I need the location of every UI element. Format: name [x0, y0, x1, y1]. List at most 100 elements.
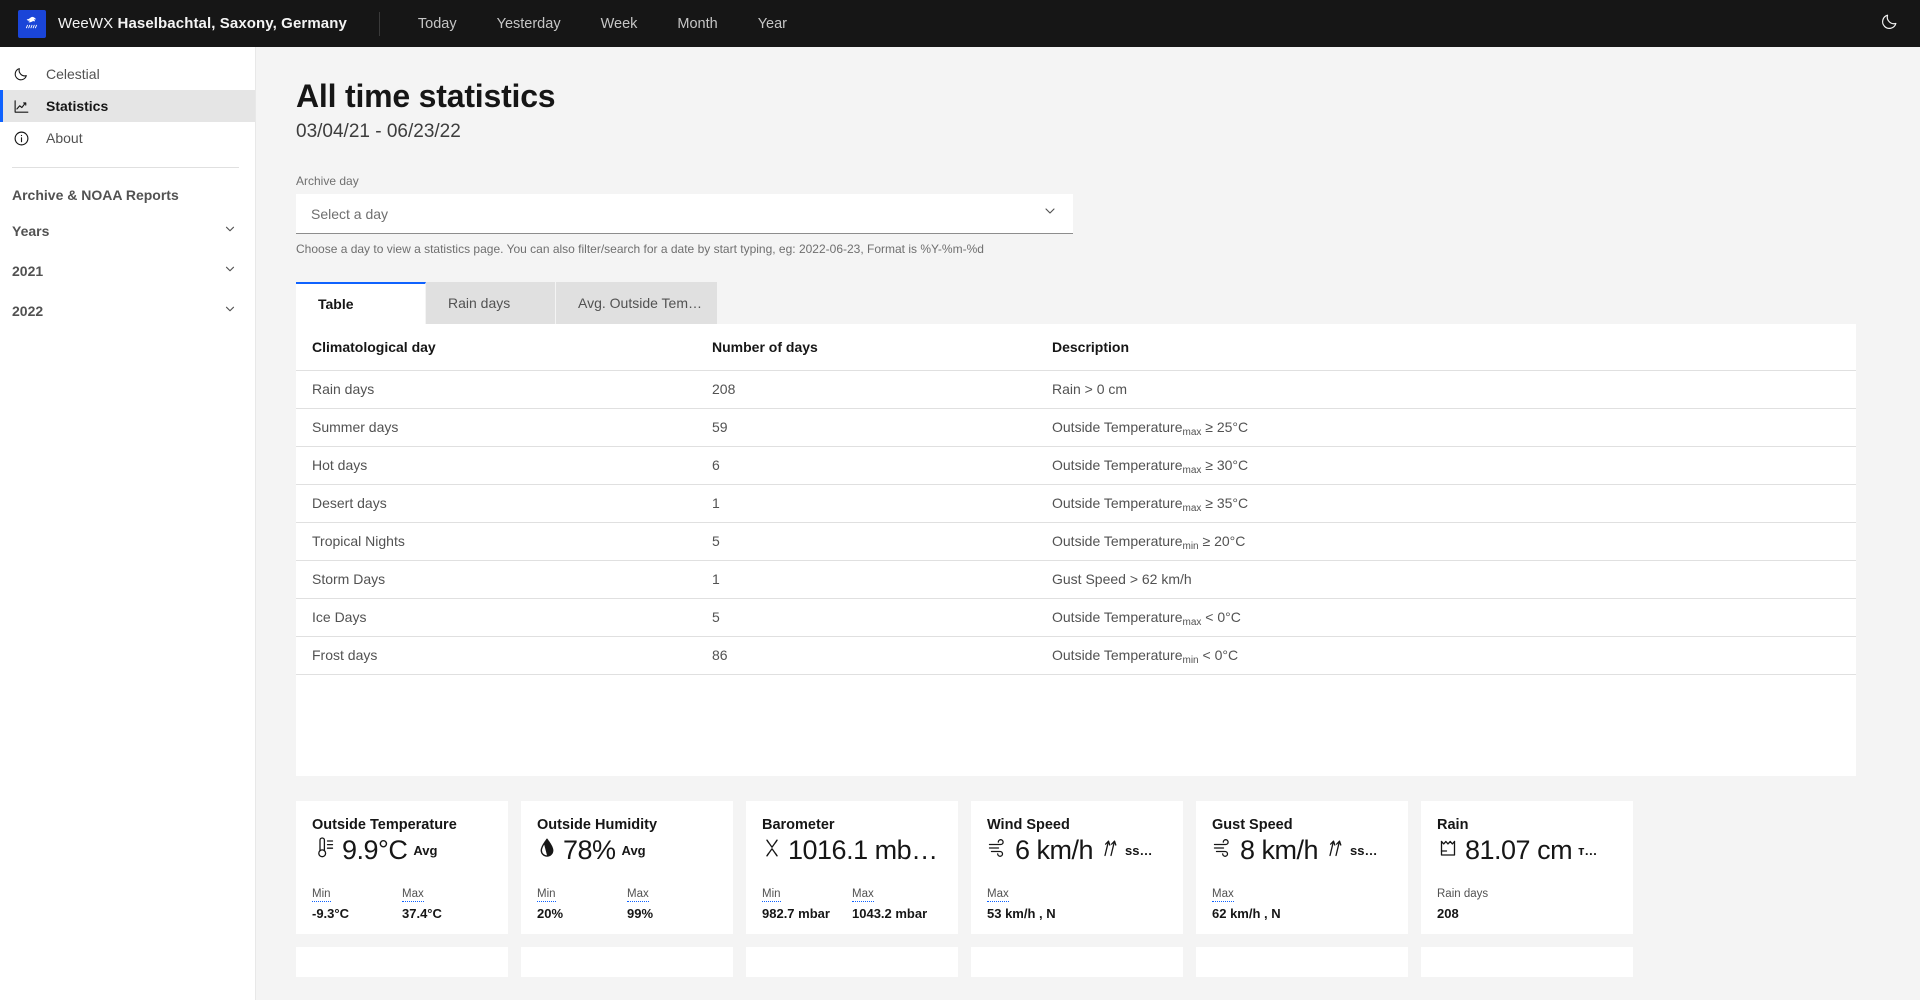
- cell-description: Outside Temperaturemin ≥ 20°C: [1036, 522, 1856, 561]
- theme-toggle-button[interactable]: [1858, 0, 1920, 47]
- cell-number-of-days: 5: [696, 522, 1036, 561]
- cell-climatological-day: Summer days: [296, 408, 696, 447]
- cell-number-of-days: 1: [696, 484, 1036, 523]
- thermometer-icon: [312, 835, 336, 866]
- card-footer-max: Max 53 km/h , N: [987, 884, 1093, 921]
- table-row: Summer days 59 Outside Temperaturemax ≥ …: [296, 408, 1856, 447]
- card-footer: Rain days 208: [1437, 884, 1617, 921]
- wind-icon: [1212, 835, 1234, 866]
- card-footer-value: 37.4°C: [402, 906, 442, 921]
- card-main-value: 78% Avg: [537, 835, 717, 866]
- rain-gauge-icon: [1437, 835, 1459, 866]
- card-value-suffix: Avg: [621, 843, 646, 858]
- topnav-item-today[interactable]: Today: [398, 0, 477, 47]
- sidebar-accordion-2022[interactable]: 2022: [0, 295, 255, 327]
- cell-climatological-day: Frost days: [296, 636, 696, 675]
- stat-card-rain[interactable]: Rain 81.07 cm т… Rain days 208: [1421, 801, 1633, 934]
- cell-climatological-day: Hot days: [296, 446, 696, 485]
- card-title: Gust Speed: [1212, 817, 1293, 833]
- stat-card-gust-speed[interactable]: Gust Speed 8 km/h ss… Max 62 km/h , N: [1196, 801, 1408, 934]
- card-title: Rain: [1437, 817, 1469, 833]
- sidebar-item-about[interactable]: About: [0, 122, 255, 154]
- cell-number-of-days: 1: [696, 560, 1036, 599]
- column-header-climatological-day[interactable]: Climatological day: [296, 324, 696, 371]
- desc-subscript: min: [1182, 541, 1199, 552]
- tab-avg-outside-temperature[interactable]: Avg. Outside Tem…: [556, 282, 718, 324]
- barometer-icon: [762, 835, 782, 866]
- desc-subscript: max: [1182, 465, 1202, 476]
- sidebar-item-celestial[interactable]: Celestial: [0, 58, 255, 90]
- climatological-days-table: Climatological day Number of days Descri…: [296, 324, 1856, 675]
- topnav-item-week[interactable]: Week: [581, 0, 658, 47]
- card-main-value: 8 km/h ss…: [1212, 835, 1392, 866]
- wind-direction-icon: [1324, 837, 1344, 864]
- topnav-item-month[interactable]: Month: [657, 0, 737, 47]
- desc-pre: Outside Temperature: [1052, 495, 1183, 511]
- card-value: 8 km/h: [1240, 835, 1319, 865]
- card-footer-label[interactable]: Max: [627, 888, 649, 902]
- wind-direction-icon: [1099, 837, 1119, 864]
- desc-subscript: max: [1182, 503, 1202, 514]
- table-row: Rain days 208 Rain > 0 cm: [296, 370, 1856, 409]
- sidebar-accordion-2021[interactable]: 2021: [0, 255, 255, 287]
- archive-day-select[interactable]: Select a day: [296, 194, 1073, 234]
- brand[interactable]: WeeWX Haselbachtal, Saxony, Germany: [0, 9, 347, 38]
- main-content: All time statistics 03/04/21 - 06/23/22 …: [256, 47, 1920, 1000]
- card-footer-label[interactable]: Min: [312, 888, 331, 902]
- stat-card-partial[interactable]: [1196, 947, 1408, 977]
- card-footer-label[interactable]: Max: [1212, 888, 1234, 902]
- stat-card-partial[interactable]: [746, 947, 958, 977]
- card-footer-label[interactable]: Max: [402, 888, 424, 902]
- table-row: Frost days 86 Outside Temperaturemin < 0…: [296, 636, 1856, 675]
- card-footer-label[interactable]: Min: [537, 888, 556, 902]
- card-main-value: 81.07 cm т…: [1437, 835, 1617, 866]
- desc-post: < 0°C: [1201, 609, 1241, 625]
- stat-card-partial[interactable]: [971, 947, 1183, 977]
- card-main-value: 1016.1 mb…: [762, 835, 942, 866]
- stat-card-outside-humidity[interactable]: Outside Humidity 78% Avg Min 20% Max 99%: [521, 801, 733, 934]
- stat-card-row-secondary: [296, 947, 1880, 977]
- cell-climatological-day: Ice Days: [296, 598, 696, 637]
- tab-list: Table Rain days Avg. Outside Tem…: [296, 282, 1920, 324]
- archive-day-label: Archive day: [296, 174, 359, 188]
- table-row: Storm Days 1 Gust Speed > 62 km/h: [296, 560, 1856, 599]
- card-value: 9.9°C: [342, 835, 408, 865]
- sidebar-accordion-years[interactable]: Years: [0, 215, 255, 247]
- brand-title: WeeWX Haselbachtal, Saxony, Germany: [58, 15, 347, 32]
- tab-rain-days[interactable]: Rain days: [426, 282, 556, 324]
- sidebar-item-label: Celestial: [46, 66, 100, 82]
- sidebar-item-statistics[interactable]: Statistics: [0, 90, 255, 122]
- cell-climatological-day: Desert days: [296, 484, 696, 523]
- card-footer-label[interactable]: Max: [987, 888, 1009, 902]
- table-row: Hot days 6 Outside Temperaturemax ≥ 30°C: [296, 446, 1856, 485]
- card-footer-label[interactable]: Min: [762, 888, 781, 902]
- cell-climatological-day: Rain days: [296, 370, 696, 409]
- stat-card-row: Outside Temperature 9.9°C Avg Min -9.3°C: [296, 801, 1880, 934]
- desc-subscript: max: [1182, 427, 1202, 438]
- stat-card-partial[interactable]: [296, 947, 508, 977]
- table-head: Climatological day Number of days Descri…: [296, 324, 1856, 371]
- topnav-item-year[interactable]: Year: [738, 0, 807, 47]
- sidebar-divider: [12, 167, 239, 168]
- stat-card-outside-temperature[interactable]: Outside Temperature 9.9°C Avg Min -9.3°C: [296, 801, 508, 934]
- column-header-number-of-days[interactable]: Number of days: [696, 324, 1036, 371]
- topnav-item-yesterday[interactable]: Yesterday: [477, 0, 581, 47]
- card-footer-value: 1043.2 mbar: [852, 906, 928, 921]
- station-name: Haselbachtal, Saxony, Germany: [117, 15, 347, 32]
- card-main-value: 6 km/h ss…: [987, 835, 1167, 866]
- card-footer: Min 982.7 mbar Max 1043.2 mbar: [762, 884, 942, 921]
- card-footer: Max 62 km/h , N: [1212, 884, 1392, 921]
- card-footer-label[interactable]: Max: [852, 888, 874, 902]
- table-row: Tropical Nights 5 Outside Temperaturemin…: [296, 522, 1856, 561]
- stat-card-partial[interactable]: [1421, 947, 1633, 977]
- stat-card-barometer[interactable]: Barometer 1016.1 mb… Min 982.7 mbar Max …: [746, 801, 958, 934]
- desc-post: < 0°C: [1198, 647, 1239, 663]
- card-footer: Min -9.3°C Max 37.4°C: [312, 884, 492, 921]
- column-header-description[interactable]: Description: [1036, 324, 1856, 371]
- sidebar: Celestial Statistics About Archive & NOA…: [0, 47, 256, 1000]
- stat-card-partial[interactable]: [521, 947, 733, 977]
- tab-table[interactable]: Table: [296, 282, 426, 324]
- card-value-suffix: т…: [1578, 843, 1598, 858]
- stat-card-wind-speed[interactable]: Wind Speed 6 km/h ss… Max 53 km/h , N: [971, 801, 1183, 934]
- cell-number-of-days: 59: [696, 408, 1036, 447]
